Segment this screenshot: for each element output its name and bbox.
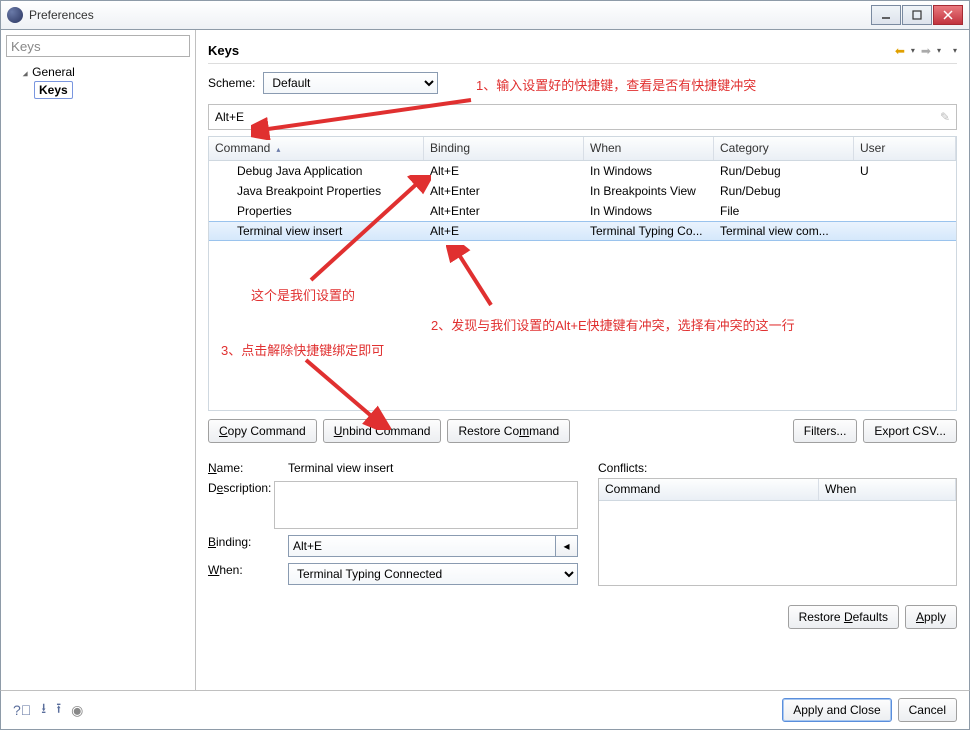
apply-and-close-button[interactable]: Apply and Close xyxy=(782,698,891,722)
col-binding[interactable]: Binding xyxy=(424,137,584,160)
apply-button[interactable]: Apply xyxy=(905,605,957,629)
col-when[interactable]: When xyxy=(584,137,714,160)
conflicts-label: Conflicts: xyxy=(598,461,957,475)
scheme-select[interactable]: Default xyxy=(263,72,438,94)
forward-icon[interactable]: ➡ xyxy=(921,44,931,58)
col-user[interactable]: User xyxy=(854,137,956,160)
window-controls xyxy=(871,5,963,25)
help-icon[interactable]: ?⃝ xyxy=(13,702,31,718)
tree-item-general[interactable]: General xyxy=(10,63,190,81)
back-icon[interactable]: ⬅ xyxy=(895,44,905,58)
table-header: Command▴ Binding When Category User xyxy=(209,137,956,161)
export-icon[interactable]: ⭱ xyxy=(56,698,61,722)
name-value: Terminal view insert xyxy=(288,461,393,475)
table-row[interactable]: Terminal view insert Alt+E Terminal Typi… xyxy=(209,221,956,241)
when-select[interactable]: Terminal Typing Connected xyxy=(288,563,578,585)
filter-input[interactable]: Alt+E ✎ xyxy=(208,104,957,130)
sidebar-filter-input[interactable] xyxy=(6,35,190,57)
page-title: Keys xyxy=(208,43,895,58)
restore-defaults-button[interactable]: Restore Defaults xyxy=(788,605,899,629)
col-command[interactable]: Command▴ xyxy=(209,137,424,160)
unbind-command-button[interactable]: Unbind Command xyxy=(323,419,442,443)
app-icon xyxy=(7,7,23,23)
name-label: Name: xyxy=(208,461,288,475)
when-label: When: xyxy=(208,563,288,577)
preferences-sidebar: General Keys xyxy=(1,30,196,690)
window-title: Preferences xyxy=(29,8,871,22)
conflicts-table: Command When xyxy=(598,478,957,586)
window-titlebar: Preferences xyxy=(0,0,970,30)
description-box xyxy=(274,481,578,529)
copy-command-button[interactable]: CCopy Commandopy Command xyxy=(208,419,317,443)
close-button[interactable] xyxy=(933,5,963,25)
export-csv-button[interactable]: Export CSV... xyxy=(863,419,957,443)
sort-asc-icon: ▴ xyxy=(276,145,280,154)
conflicts-col-when[interactable]: When xyxy=(819,479,956,500)
table-row[interactable]: Debug Java Application Alt+E In Windows … xyxy=(209,161,956,181)
panel-nav: ⬅ ▾ ➡ ▾ ▾ xyxy=(895,44,957,58)
bindings-table: Command▴ Binding When Category User Debu… xyxy=(208,136,957,411)
filters-button[interactable]: Filters... xyxy=(793,419,858,443)
preferences-tree[interactable]: General Keys xyxy=(6,63,190,99)
table-body: Debug Java Application Alt+E In Windows … xyxy=(209,161,956,241)
minimize-button[interactable] xyxy=(871,5,901,25)
col-category[interactable]: Category xyxy=(714,137,854,160)
binding-clear-button[interactable]: ◂ xyxy=(556,535,578,557)
table-row[interactable]: Properties Alt+Enter In Windows File xyxy=(209,201,956,221)
maximize-button[interactable] xyxy=(902,5,932,25)
record-icon[interactable]: ◉ xyxy=(71,702,83,719)
view-menu-icon[interactable]: ▾ xyxy=(953,46,957,55)
restore-command-button[interactable]: Restore Command xyxy=(447,419,570,443)
forward-menu-icon[interactable]: ▾ xyxy=(937,46,941,55)
conflicts-col-command[interactable]: Command xyxy=(599,479,819,500)
table-row[interactable]: Java Breakpoint Properties Alt+Enter In … xyxy=(209,181,956,201)
binding-input[interactable] xyxy=(288,535,556,557)
tree-item-keys[interactable]: Keys xyxy=(10,81,190,99)
binding-label: Binding: xyxy=(208,535,288,549)
scheme-label: Scheme: xyxy=(208,76,255,90)
import-icon[interactable]: ⭳ xyxy=(41,698,46,722)
main-panel: Keys ⬅ ▾ ➡ ▾ ▾ Scheme: Default Alt+E ✎ Com… xyxy=(196,30,969,690)
clear-filter-icon[interactable]: ✎ xyxy=(940,110,950,124)
filter-value: Alt+E xyxy=(215,110,244,124)
cancel-button[interactable]: Cancel xyxy=(898,698,957,722)
description-label: Description: xyxy=(208,481,274,495)
dialog-footer: ?⃝ ⭳ ⭱ ◉ Apply and Close Cancel xyxy=(0,690,970,730)
footer-toolbar: ?⃝ ⭳ ⭱ ◉ xyxy=(13,698,83,722)
back-menu-icon[interactable]: ▾ xyxy=(911,46,915,55)
